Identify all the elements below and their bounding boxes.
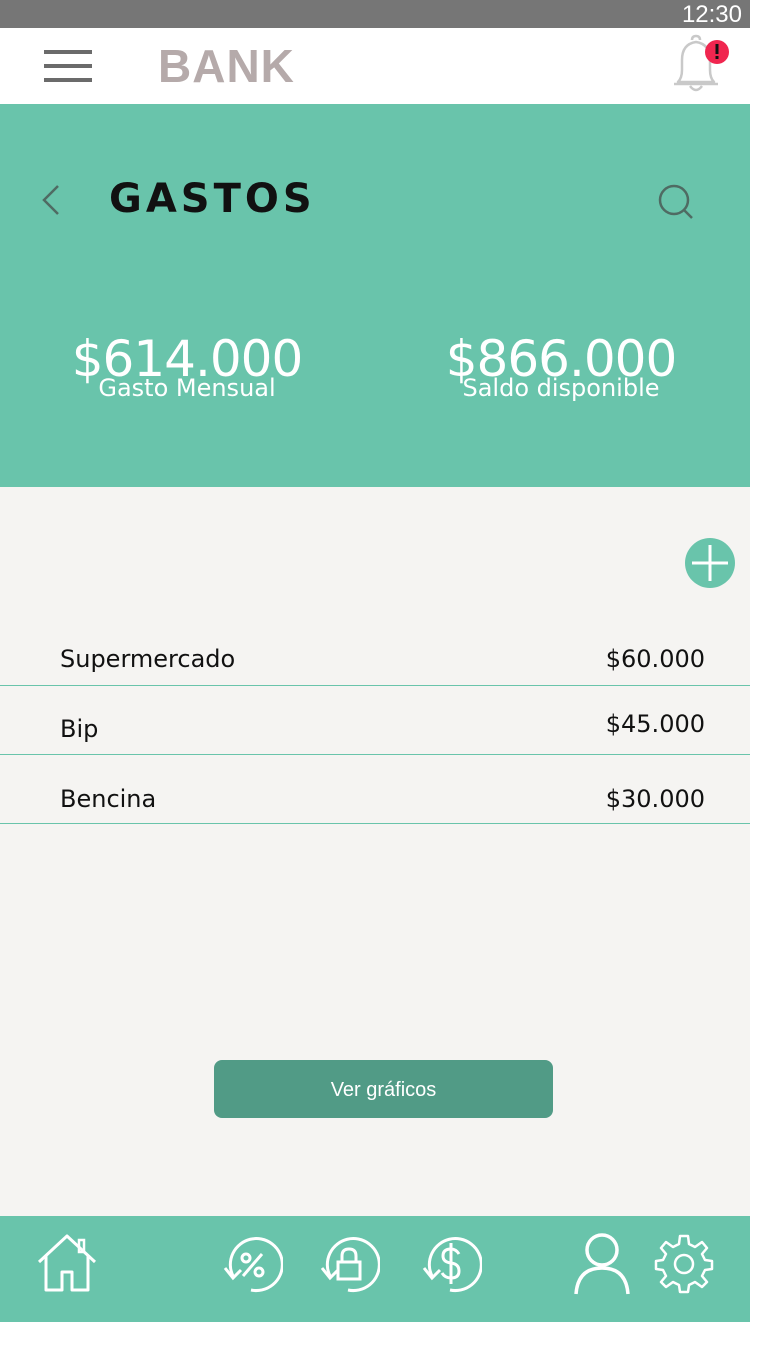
- expense-name: Bencina: [60, 785, 157, 813]
- search-icon[interactable]: [652, 178, 700, 226]
- expenses-header: GASTOS $614.000 Gasto Mensual $866.000 S…: [0, 104, 750, 487]
- expense-row[interactable]: Bencina $30.000: [0, 755, 750, 824]
- status-bar: 12:30: [0, 0, 750, 28]
- expense-row[interactable]: Supermercado $60.000: [0, 617, 750, 686]
- lock-refresh-icon[interactable]: [316, 1232, 380, 1296]
- expense-amount: $60.000: [605, 645, 705, 673]
- expense-amount: $45.000: [605, 710, 705, 738]
- bell-icon[interactable]: [664, 32, 732, 98]
- monthly-expense-summary: $614.000 Gasto Mensual: [37, 332, 337, 400]
- expenses-screen: 12:30 BANK GASTOS $614.000 Gasto Mensual…: [0, 0, 767, 1357]
- brand-logo: BANK: [158, 40, 295, 92]
- expense-amount: $30.000: [605, 785, 705, 813]
- chevron-left-icon[interactable]: [36, 180, 70, 220]
- home-icon[interactable]: [35, 1232, 99, 1296]
- view-charts-button[interactable]: Ver gráficos: [214, 1060, 553, 1118]
- page-title: GASTOS: [109, 176, 316, 222]
- settings-gear-icon[interactable]: [652, 1232, 716, 1296]
- plus-circle-icon: [685, 538, 735, 588]
- percent-refresh-icon[interactable]: [219, 1232, 283, 1296]
- available-balance-summary: $866.000 Saldo disponible: [411, 332, 711, 400]
- dollar-refresh-icon[interactable]: [418, 1232, 482, 1296]
- hamburger-icon[interactable]: [40, 46, 96, 86]
- expense-name: Supermercado: [60, 645, 236, 673]
- add-expense-button[interactable]: [684, 537, 736, 589]
- status-time: 12:30: [681, 1, 742, 28]
- expense-list: Supermercado $60.000 Bip $45.000 Bencina…: [0, 617, 750, 824]
- user-icon[interactable]: [570, 1232, 634, 1296]
- expenses-content: Supermercado $60.000 Bip $45.000 Bencina…: [0, 487, 750, 1216]
- app-bar: BANK: [0, 28, 750, 105]
- expense-row[interactable]: Bip $45.000: [0, 686, 750, 755]
- bottom-nav: [0, 1216, 750, 1322]
- expense-name: Bip: [60, 715, 99, 743]
